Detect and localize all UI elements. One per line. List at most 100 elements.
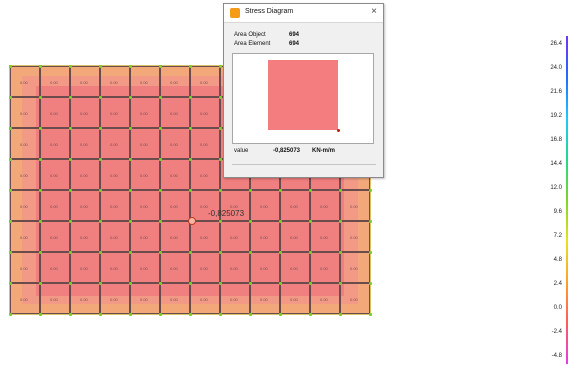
- cell-value-label: 0.00: [110, 173, 118, 178]
- value-unit: KN-m/m: [312, 148, 336, 154]
- cell-value-label: 0.00: [80, 297, 88, 302]
- mesh-node: [129, 65, 132, 68]
- mesh-node: [279, 313, 282, 316]
- cell-value-label: 0.00: [50, 80, 58, 85]
- mesh-node: [99, 282, 102, 285]
- mesh-node: [99, 65, 102, 68]
- cell-value-label: 0.00: [230, 297, 238, 302]
- mesh-node: [189, 96, 192, 99]
- cell-value-label: 0.00: [140, 235, 148, 240]
- stress-diagram-dialog: Stress Diagram × Area Object 694 Area El…: [223, 3, 384, 178]
- dialog-title: Stress Diagram: [245, 8, 294, 15]
- preview-square: [268, 60, 338, 130]
- cell-value-label: 0.00: [290, 235, 298, 240]
- area-object-value: 694: [289, 32, 300, 38]
- mesh-node: [129, 96, 132, 99]
- stress-preview: [232, 53, 374, 144]
- cell-value-label: 0.00: [50, 235, 58, 240]
- cell-value-label: 0.00: [110, 204, 118, 209]
- cell-value-label: 0.00: [170, 297, 178, 302]
- cell-value-label: 0.00: [260, 235, 268, 240]
- mesh-node: [189, 313, 192, 316]
- close-button[interactable]: ×: [371, 6, 377, 17]
- mesh-node: [39, 127, 42, 130]
- cell-value-label: 0.00: [110, 142, 118, 147]
- mesh-node: [69, 158, 72, 161]
- mesh-node: [99, 220, 102, 223]
- mesh-node: [39, 189, 42, 192]
- legend-label: 16.8: [550, 137, 562, 143]
- area-object-row: Area Object 694: [234, 32, 299, 38]
- cell-value-label: 0.00: [80, 266, 88, 271]
- preview-point: [337, 129, 340, 132]
- cell-value-label: 0.00: [50, 297, 58, 302]
- cell-value-label: 0.00: [110, 80, 118, 85]
- mesh-node: [69, 65, 72, 68]
- mesh-node: [219, 220, 222, 223]
- cell-value-label: 0.00: [290, 266, 298, 271]
- cell-value-label: 0.00: [80, 142, 88, 147]
- mesh-node: [129, 189, 132, 192]
- cell-value-label: 0.00: [50, 173, 58, 178]
- mesh-node: [189, 65, 192, 68]
- mesh-node: [159, 96, 162, 99]
- mesh-node: [159, 158, 162, 161]
- cell-value-label: 0.00: [170, 266, 178, 271]
- mesh-node: [219, 189, 222, 192]
- cell-value-label: 0.00: [140, 297, 148, 302]
- mesh-node: [219, 282, 222, 285]
- cell-value-label: 0.00: [170, 111, 178, 116]
- cell-value-label: 0.00: [50, 266, 58, 271]
- mesh-node: [369, 282, 372, 285]
- mesh-node: [189, 158, 192, 161]
- cell-value-label: 0.00: [350, 297, 358, 302]
- legend-label: 0.0: [553, 305, 562, 311]
- mesh-node: [9, 96, 12, 99]
- cell-value-label: 0.00: [170, 80, 178, 85]
- cell-value-label: 0.00: [350, 204, 358, 209]
- mesh-node: [189, 127, 192, 130]
- mesh-node: [369, 220, 372, 223]
- cell-value-label: 0.00: [350, 235, 358, 240]
- legend-label: -2.4: [551, 329, 562, 335]
- mesh-node: [39, 65, 42, 68]
- mesh-node: [219, 127, 222, 130]
- mesh-node: [189, 189, 192, 192]
- legend-label: 4.8: [553, 257, 562, 263]
- mesh-node: [159, 313, 162, 316]
- legend-label: 24.0: [550, 65, 562, 71]
- cell-value-label: 0.00: [200, 111, 208, 116]
- selected-node[interactable]: [188, 217, 196, 225]
- value-text: -0,825073: [273, 148, 301, 154]
- mesh-node: [9, 313, 12, 316]
- mesh-node: [219, 65, 222, 68]
- cell-value-label: 0.00: [260, 204, 268, 209]
- mesh-node: [279, 251, 282, 254]
- mesh-node: [159, 189, 162, 192]
- mesh-node: [249, 313, 252, 316]
- cell-value-label: 0.00: [200, 142, 208, 147]
- mesh-node: [39, 158, 42, 161]
- selected-point-value: -0,825073: [208, 209, 245, 218]
- cell-value-label: 0.00: [20, 80, 28, 85]
- mesh-node: [219, 251, 222, 254]
- cell-value-label: 0.00: [50, 204, 58, 209]
- mesh-node: [189, 282, 192, 285]
- cell-value-label: 0.00: [140, 173, 148, 178]
- mesh-node: [339, 282, 342, 285]
- mesh-node: [69, 282, 72, 285]
- cell-value-label: 0.00: [80, 173, 88, 178]
- mesh-node: [39, 282, 42, 285]
- mesh-node: [9, 251, 12, 254]
- mesh-node: [369, 189, 372, 192]
- mesh-node: [309, 220, 312, 223]
- cell-value-label: 0.00: [170, 235, 178, 240]
- mesh-node: [159, 282, 162, 285]
- mesh-node: [249, 189, 252, 192]
- cell-value-label: 0.00: [50, 111, 58, 116]
- mesh-node: [99, 189, 102, 192]
- mesh-node: [69, 189, 72, 192]
- cell-value-label: 0.00: [110, 266, 118, 271]
- area-element-row: Area Element 694: [234, 41, 299, 47]
- mesh-node: [129, 282, 132, 285]
